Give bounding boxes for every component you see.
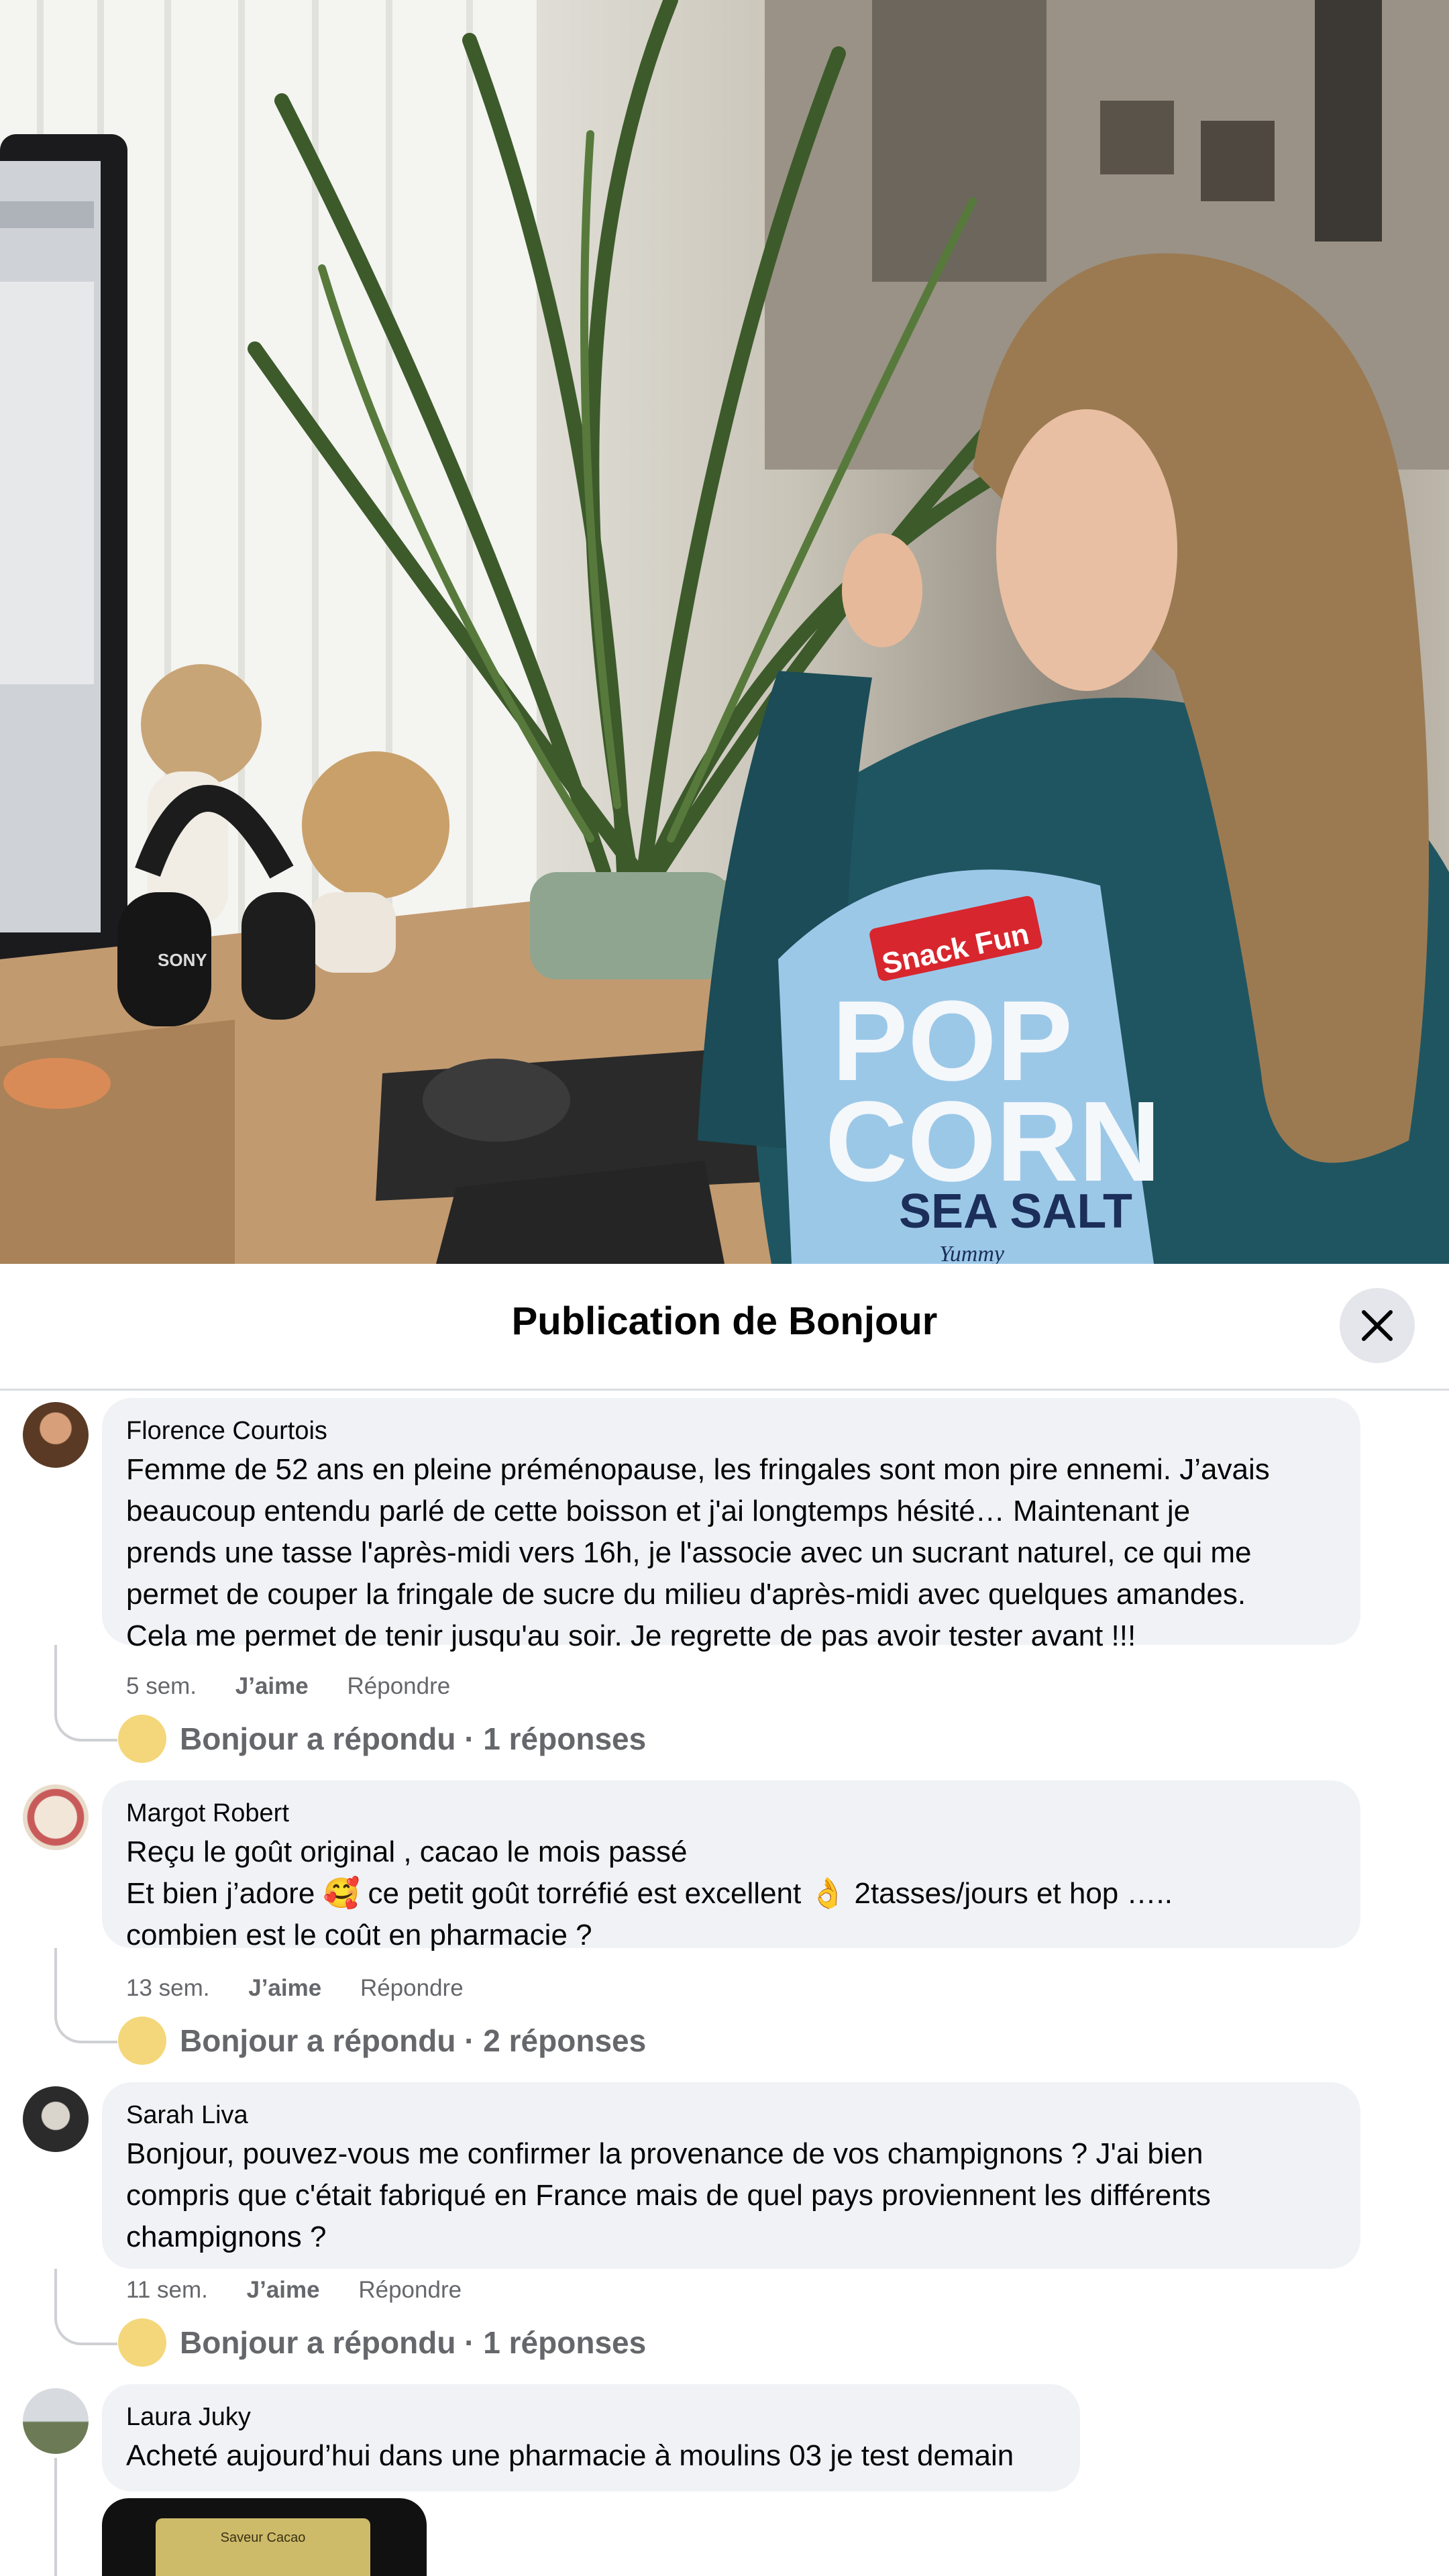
close-icon [1362, 1310, 1393, 1341]
comment-meta: 13 sem. J’aime Répondre [126, 1975, 496, 2002]
bag-flavor: SEA SALT [899, 1185, 1132, 1238]
comment-text: Bonjour, pouvez-vous me confirmer la pro… [126, 2133, 1336, 2258]
sheet-header: Publication de Bonjour [0, 1264, 1449, 1391]
reply-button[interactable]: Répondre [358, 2277, 462, 2303]
comment-text: Femme de 52 ans en pleine préménopause, … [126, 1449, 1336, 1657]
comment-author[interactable]: Sarah Liva [126, 2100, 1336, 2131]
like-button[interactable]: J’aime [247, 2277, 320, 2303]
like-button[interactable]: J’aime [235, 1673, 309, 1699]
comment-time: 13 sem. [126, 1975, 210, 2001]
comment-line: compris que c'était fabriqué en France m… [126, 2179, 1211, 2212]
comment-line: champignons ? [126, 2220, 327, 2253]
comment-line: Bonjour, pouvez-vous me confirmer la pro… [126, 2137, 1203, 2170]
thread-line [54, 1948, 117, 2043]
comment-line: beaucoup entendu parlé de cette boisson … [126, 1495, 1191, 1527]
page-title: Publication de Bonjour [511, 1299, 938, 1343]
replies-label: Bonjour a répondu · 2 réponses [180, 2023, 647, 2058]
thread-line [54, 2458, 57, 2576]
comment-text: Reçu le goût original , cacao le mois pa… [126, 1831, 1336, 1956]
comment-line: Reçu le goût original , cacao le mois pa… [126, 1835, 688, 1868]
comment-meta: 5 sem. J’aime Répondre [126, 1673, 482, 1700]
comments-sheet: Publication de Bonjour Florence Courtois… [0, 1264, 1449, 2576]
page-avatar [118, 2017, 166, 2065]
comment-author[interactable]: Margot Robert [126, 1798, 1336, 1829]
ok-hand-emoji: 👌 [809, 1877, 847, 1910]
comment-bubble: Sarah Liva Bonjour, pouvez-vous me confi… [102, 2082, 1360, 2269]
avatar[interactable] [23, 1402, 89, 1468]
comment-line: combien est le coût en pharmacie ? [126, 1919, 592, 1951]
comment-line: prends une tasse l'après-midi vers 16h, … [126, 1536, 1252, 1569]
comment-fragment: Et bien j’adore [126, 1877, 323, 1910]
comment-fragment: 2tasses/jours et hop ….. [846, 1877, 1173, 1910]
comment-bubble: Florence Courtois Femme de 52 ans en ple… [102, 1398, 1360, 1652]
smiling-hearts-emoji: 🥰 [323, 1877, 360, 1910]
comment-time: 5 sem. [126, 1673, 197, 1699]
comment-text: Acheté aujourd’hui dans une pharmacie à … [126, 2435, 1056, 2477]
comment-bubble: Laura Juky Acheté aujourd’hui dans une p… [102, 2384, 1080, 2491]
avatar[interactable] [23, 2388, 89, 2454]
headphones-brand: SONY [158, 950, 207, 970]
view-replies[interactable]: Bonjour a répondu · 1 réponses [118, 2318, 646, 2367]
comment-fragment: ce petit goût torréfié est excellent [360, 1877, 810, 1910]
like-button[interactable]: J’aime [248, 1975, 321, 2001]
view-replies[interactable]: Bonjour a répondu · 2 réponses [118, 2017, 646, 2065]
pouch-label: Saveur Cacao [220, 2530, 306, 2545]
comment-image-attachment[interactable]: Saveur Cacao [102, 2498, 427, 2576]
avatar[interactable] [23, 1784, 89, 1850]
comment-author[interactable]: Florence Courtois [126, 1415, 1336, 1446]
comment-author[interactable]: Laura Juky [126, 2402, 1056, 2432]
comment-line: Et bien j’adore 🥰 ce petit goût torréfié… [126, 1873, 1336, 1915]
post-photo[interactable]: SONY Snack Fun POP CORN SEA SALT Yummy [0, 0, 1449, 1264]
reply-button[interactable]: Répondre [360, 1975, 464, 2001]
comment-line: Cela me permet de tenir jusqu'au soir. J… [126, 1619, 1136, 1652]
replies-label: Bonjour a répondu · 1 réponses [180, 2325, 647, 2360]
photo-illustration: SONY Snack Fun POP CORN SEA SALT Yummy [0, 0, 1449, 1264]
thread-line [54, 1645, 117, 1741]
close-button[interactable] [1340, 1288, 1415, 1363]
bag-tagline: Yummy [939, 1242, 1005, 1264]
view-replies[interactable]: Bonjour a répondu · 1 réponses [118, 1715, 646, 1763]
reply-button[interactable]: Répondre [347, 1673, 450, 1699]
page-avatar [118, 1715, 166, 1763]
comment-line: permet de couper la fringale de sucre du… [126, 1578, 1246, 1611]
replies-label: Bonjour a répondu · 1 réponses [180, 1721, 647, 1756]
product-pouch: Saveur Cacao [156, 2518, 370, 2576]
comment-bubble: Margot Robert Reçu le goût original , ca… [102, 1780, 1360, 1951]
comment-line: Femme de 52 ans en pleine préménopause, … [126, 1453, 1270, 1486]
avatar[interactable] [23, 2086, 89, 2152]
comment-line: Acheté aujourd’hui dans une pharmacie à … [126, 2439, 1014, 2472]
comment-meta: 11 sem. J’aime Répondre [126, 2277, 494, 2304]
comment-time: 11 sem. [126, 2277, 208, 2303]
thread-line [54, 2269, 117, 2345]
page-avatar [118, 2318, 166, 2367]
